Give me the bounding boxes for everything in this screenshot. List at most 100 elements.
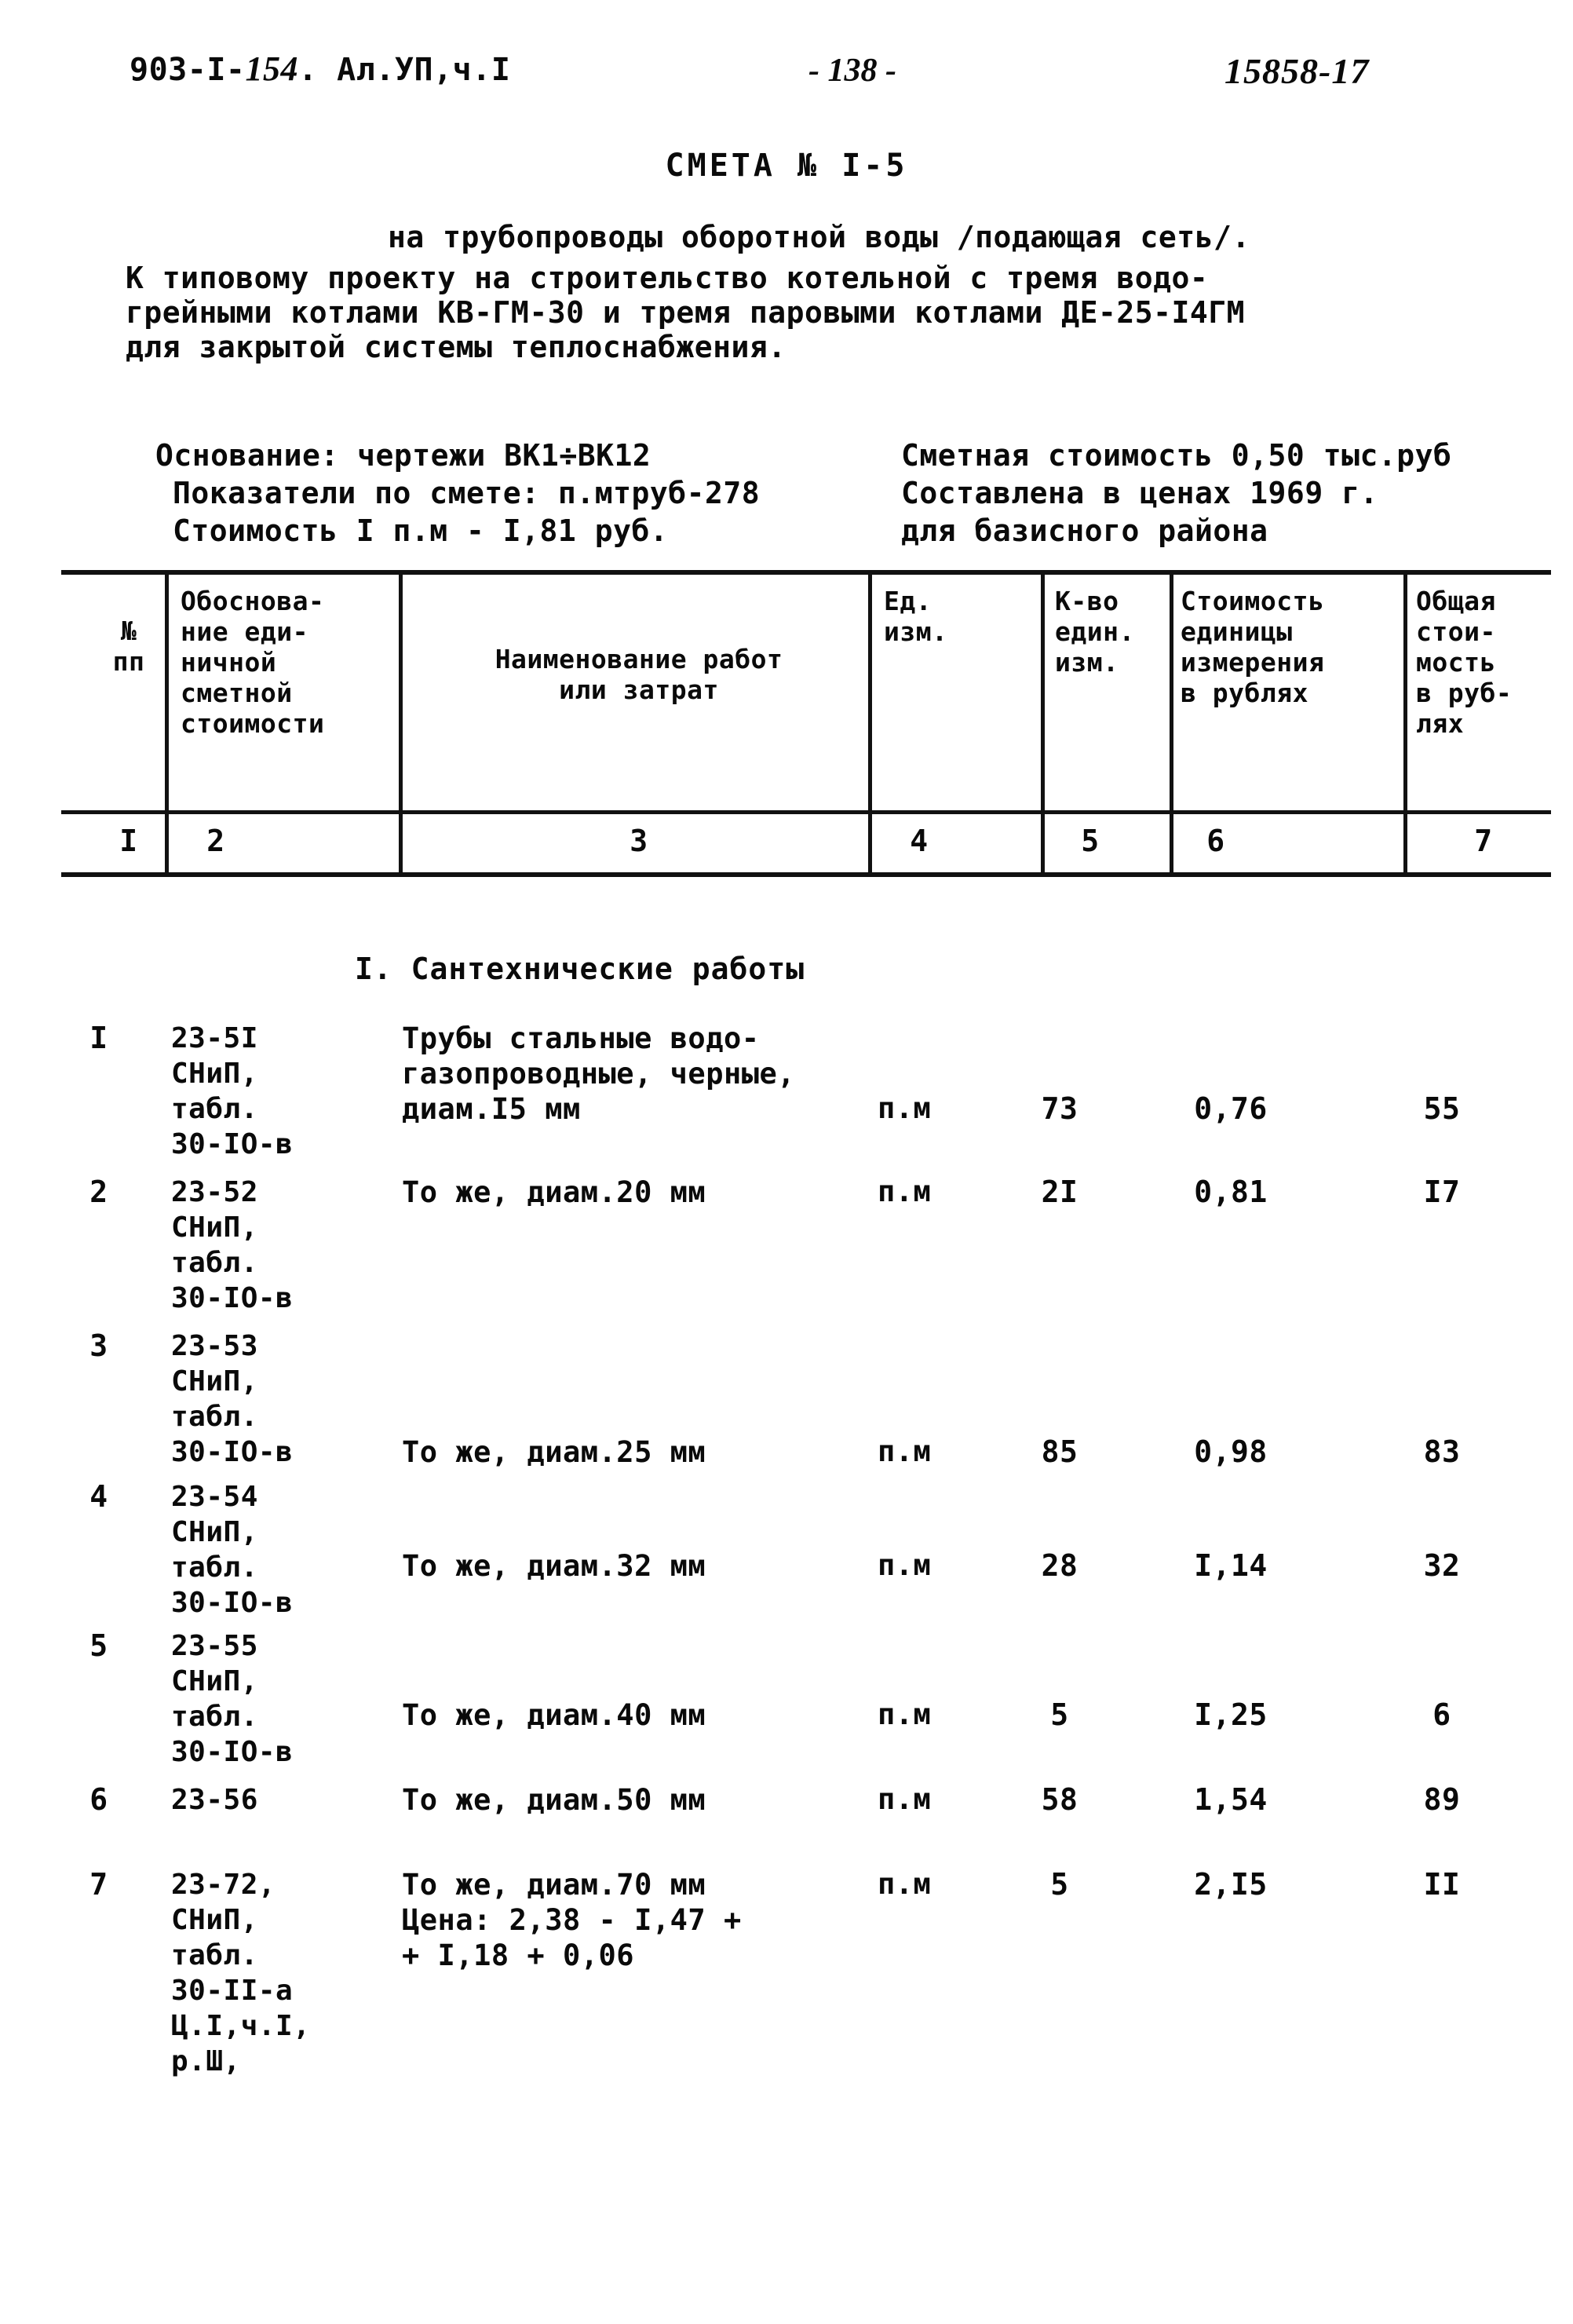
page-title: СМЕТА № I-5 xyxy=(665,148,908,184)
table-header-row: № пп Обоснова- ние еди- ничной сметной с… xyxy=(61,575,1551,810)
row-unit: п.м xyxy=(878,1175,932,1208)
row-quantity: 73 xyxy=(1041,1091,1078,1126)
row-description: То же, диам.40 мм xyxy=(402,1698,706,1732)
row-total: I7 xyxy=(1423,1175,1461,1209)
info-base-region: для базисного района xyxy=(901,513,1268,548)
document-code-prefix: 903-I- xyxy=(130,52,246,88)
page-subtitle: на трубопроводы оборотной воды /подающая… xyxy=(388,220,1250,254)
estimate-table-body: I 23-5I СНиП, табл. 30-IO-в Трубы стальн… xyxy=(0,1021,1573,2103)
info-basis: Основание: чертежи ВК1÷ВК12 xyxy=(155,438,651,473)
estimate-info-right: Сметная стоимость 0,50 тыс.руб Составлен… xyxy=(901,437,1451,550)
column-header-unit-price: Стоимость единицы измерения в рублях xyxy=(1181,586,1325,708)
table-column-numbers-row: I 2 3 4 5 6 7 xyxy=(61,814,1551,872)
column-header-number: № пп xyxy=(112,616,145,677)
document-code-handwritten: 154 xyxy=(245,49,298,88)
row-unit: п.м xyxy=(878,1434,932,1468)
info-indicators: Показатели по смете: п.мтруб-278 xyxy=(173,476,761,510)
numrow-divider xyxy=(868,814,872,872)
table-row: 3 23-53 СНиП, табл. 30-IO-в То же, диам.… xyxy=(0,1328,1573,1479)
estimate-table-header: № пп Обоснова- ние еди- ничной сметной с… xyxy=(61,570,1551,877)
header-divider xyxy=(1170,575,1173,810)
table-bottom-rule xyxy=(61,872,1551,877)
column-number-7: 7 xyxy=(1474,824,1493,858)
document-code: 903-I-154. Ал.УП,ч.I xyxy=(130,49,510,89)
estimate-info-left: Основание: чертежи ВК1÷ВК12 Показатели п… xyxy=(155,437,760,550)
header-divider xyxy=(399,575,403,810)
column-header-total: Общая стои- мость в руб- лях xyxy=(1416,586,1513,739)
header-divider xyxy=(868,575,872,810)
row-unit-price: I,25 xyxy=(1194,1697,1268,1732)
row-description: То же, диам.70 мм Цена: 2,38 - I,47 + + … xyxy=(402,1868,742,1972)
row-total: 55 xyxy=(1423,1091,1461,1126)
table-row: 6 23-56 То же, диам.50 мм п.м 58 1,54 89 xyxy=(0,1782,1573,1867)
column-number-4: 4 xyxy=(910,824,929,858)
info-total-cost: Сметная стоимость 0,50 тыс.руб xyxy=(901,438,1452,473)
row-total: 6 xyxy=(1432,1697,1451,1732)
row-number: 5 xyxy=(89,1628,108,1663)
row-unit: п.м xyxy=(878,1782,932,1816)
table-row: I 23-5I СНиП, табл. 30-IO-в Трубы стальн… xyxy=(0,1021,1573,1175)
row-quantity: 5 xyxy=(1050,1867,1069,1902)
row-number: 3 xyxy=(89,1328,108,1363)
row-description: То же, диам.20 мм xyxy=(402,1175,706,1209)
numrow-divider xyxy=(1403,814,1407,872)
table-row: 4 23-54 СНиП, табл. 30-IO-в То же, диам.… xyxy=(0,1479,1573,1628)
row-basis: 23-56 xyxy=(171,1784,258,1816)
numrow-divider xyxy=(1170,814,1173,872)
column-number-6: 6 xyxy=(1206,824,1225,858)
column-number-1: I xyxy=(119,824,138,858)
table-row: 5 23-55 СНиП, табл. 30-IO-в То же, диам.… xyxy=(0,1628,1573,1782)
row-unit-price: 0,98 xyxy=(1194,1434,1268,1469)
row-basis: 23-55 СНиП, табл. 30-IO-в xyxy=(171,1630,294,1768)
numrow-divider xyxy=(1041,814,1045,872)
numrow-divider xyxy=(399,814,403,872)
row-description: То же, диам.50 мм xyxy=(402,1783,706,1817)
table-row: 7 23-72, СНиП, табл. 30-II-а Ц.I,ч.I, р.… xyxy=(0,1867,1573,2103)
column-header-unit: Ед. изм. xyxy=(884,586,948,647)
row-total: 83 xyxy=(1423,1434,1461,1469)
stamp-number: 15858-17 xyxy=(1224,51,1370,91)
row-number: 4 xyxy=(89,1479,108,1514)
row-unit: п.м xyxy=(878,1697,932,1731)
row-unit-price: I,14 xyxy=(1194,1548,1268,1583)
lead-line: для закрытой системы теплоснабжения. xyxy=(126,330,786,364)
info-unit-cost: Стоимость I п.м - I,81 руб. xyxy=(173,513,669,548)
row-basis: 23-72, СНиП, табл. 30-II-а Ц.I,ч.I, р.Ш, xyxy=(171,1869,311,2077)
row-unit-price: 0,81 xyxy=(1194,1175,1268,1209)
document-page: 903-I-154. Ал.УП,ч.I - 138 - 15858-17 СМ… xyxy=(0,0,1573,2324)
column-header-quantity: К-во един. изм. xyxy=(1055,586,1135,678)
row-unit-price: 0,76 xyxy=(1194,1091,1268,1126)
lead-line: грейными котлами КВ-ГМ-30 и тремя паровы… xyxy=(126,295,1246,330)
row-description: То же, диам.32 мм xyxy=(402,1549,706,1583)
row-quantity: 5 xyxy=(1050,1697,1069,1732)
column-number-2: 2 xyxy=(206,824,225,858)
page-header: 903-I-154. Ал.УП,ч.I - 138 - 15858-17 xyxy=(0,49,1573,96)
lead-line: К типовому проекту на строительство коте… xyxy=(126,261,1209,295)
row-total: II xyxy=(1423,1867,1461,1902)
lead-paragraph: К типовому проекту на строительство коте… xyxy=(126,261,1573,364)
row-number: 2 xyxy=(89,1175,108,1209)
document-code-suffix: . Ал.УП,ч.I xyxy=(298,52,511,88)
header-divider xyxy=(165,575,169,810)
row-basis: 23-52 СНиП, табл. 30-IO-в xyxy=(171,1176,294,1314)
row-total: 32 xyxy=(1423,1548,1461,1583)
row-quantity: 58 xyxy=(1041,1782,1078,1817)
row-number: 6 xyxy=(89,1782,108,1817)
column-header-description: Наименование работ или затрат xyxy=(495,644,783,705)
info-price-year: Составлена в ценах 1969 г. xyxy=(901,476,1378,510)
numrow-divider xyxy=(165,814,169,872)
row-quantity: 28 xyxy=(1041,1548,1078,1583)
row-description: Трубы стальные водо- газопроводные, черн… xyxy=(402,1021,796,1126)
row-basis: 23-5I СНиП, табл. 30-IO-в xyxy=(171,1022,294,1160)
row-unit: п.м xyxy=(878,1867,932,1901)
page-number: - 138 - xyxy=(808,53,896,89)
row-basis: 23-54 СНиП, табл. 30-IO-в xyxy=(171,1481,294,1619)
row-description: То же, диам.25 мм xyxy=(402,1435,706,1469)
header-divider xyxy=(1041,575,1045,810)
row-quantity: 85 xyxy=(1041,1434,1078,1469)
row-unit-price: 1,54 xyxy=(1194,1782,1268,1817)
row-total: 89 xyxy=(1423,1782,1461,1817)
row-number: I xyxy=(89,1021,108,1055)
row-number: 7 xyxy=(89,1867,108,1902)
table-row: 2 23-52 СНиП, табл. 30-IO-в То же, диам.… xyxy=(0,1175,1573,1328)
